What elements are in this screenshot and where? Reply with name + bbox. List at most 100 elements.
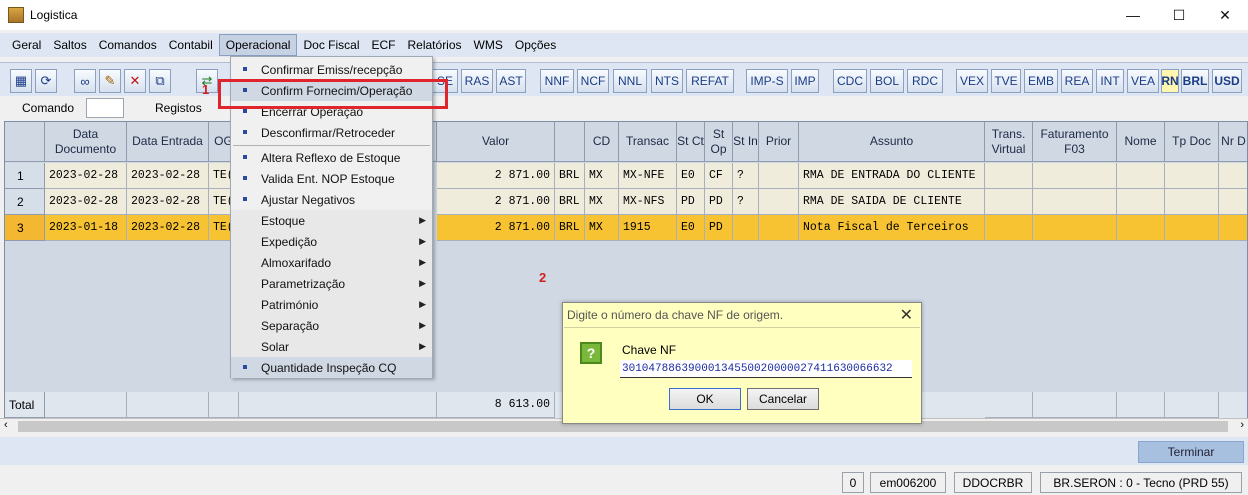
minimize-button[interactable]: —: [1110, 0, 1156, 30]
cell-nome[interactable]: [1117, 189, 1165, 215]
maximize-button[interactable]: ☐: [1156, 0, 1202, 30]
tb-brl[interactable]: BRL: [1181, 69, 1209, 93]
tb-vea[interactable]: VEA: [1127, 69, 1159, 93]
cell-nr-doc[interactable]: [1219, 215, 1247, 241]
menu-saltos[interactable]: Saltos: [47, 34, 92, 56]
tb-imp-s[interactable]: IMP-S: [746, 69, 788, 93]
cell-st-in[interactable]: [733, 215, 759, 241]
glasses-icon[interactable]: ∞: [74, 69, 96, 93]
cell-transac[interactable]: MX-NFE: [619, 163, 677, 189]
cell-moeda[interactable]: BRL: [555, 163, 585, 189]
cell-st-op[interactable]: CF: [705, 163, 733, 189]
menu-comandos[interactable]: Comandos: [93, 34, 163, 56]
menu-solar[interactable]: Solar ▶: [231, 336, 432, 357]
edit-icon[interactable]: ✎: [99, 69, 121, 93]
scroll-right-icon[interactable]: ›: [1240, 419, 1244, 431]
cell-moeda[interactable]: BRL: [555, 189, 585, 215]
col-st-ct[interactable]: St Ct: [677, 122, 705, 162]
col-data-entrada[interactable]: Data Entrada: [127, 122, 209, 162]
cell-cd[interactable]: MX: [585, 163, 619, 189]
col-transac[interactable]: Transac: [619, 122, 677, 162]
menu-opcoes[interactable]: Opções: [509, 34, 562, 56]
menu-ajustar-negativos[interactable]: Ajustar Negativos: [231, 189, 432, 210]
col-assunto[interactable]: Assunto: [799, 122, 985, 162]
cell-transac[interactable]: 1915: [619, 215, 677, 241]
cell-faturamento[interactable]: [1033, 215, 1117, 241]
tb-nnf[interactable]: NNF: [540, 69, 574, 93]
tb-nnl[interactable]: NNL: [613, 69, 647, 93]
terminar-button[interactable]: Terminar: [1138, 441, 1244, 463]
col-cd[interactable]: CD: [585, 122, 619, 162]
cell-moeda[interactable]: BRL: [555, 215, 585, 241]
chave-nf-input[interactable]: 3010478863900013455002000002741163006663…: [620, 360, 912, 378]
refresh-icon[interactable]: ⟳: [35, 69, 57, 93]
tb-refat[interactable]: REFAT: [686, 69, 734, 93]
scroll-left-icon[interactable]: ‹: [4, 419, 8, 431]
cell-transac[interactable]: MX-NFS: [619, 189, 677, 215]
cell-trans-virtual[interactable]: [985, 215, 1033, 241]
menu-wms[interactable]: WMS: [468, 34, 509, 56]
cell-st-ct[interactable]: E0: [677, 215, 705, 241]
cell-data-entrada[interactable]: 2023-02-28: [127, 163, 209, 189]
cell-valor[interactable]: 2 871.00: [437, 163, 555, 189]
menu-desconfirmar[interactable]: Desconfirmar/Retroceder: [231, 122, 432, 143]
delete-icon[interactable]: ✕: [124, 69, 146, 93]
cell-data-documento[interactable]: 2023-02-28: [45, 189, 127, 215]
menu-estoque[interactable]: Estoque ▶: [231, 210, 432, 231]
cell-st-ct[interactable]: E0: [677, 163, 705, 189]
cell-data-entrada[interactable]: 2023-02-28: [127, 215, 209, 241]
row-number[interactable]: 3: [5, 215, 45, 241]
cell-assunto[interactable]: RMA DE ENTRADA DO CLIENTE: [799, 163, 985, 189]
menu-ecf[interactable]: ECF: [366, 34, 402, 56]
cell-valor[interactable]: 2 871.00: [437, 189, 555, 215]
cell-data-documento[interactable]: 2023-02-28: [45, 163, 127, 189]
col-st-op[interactable]: St Op: [705, 122, 733, 162]
col-prior[interactable]: Prior: [759, 122, 799, 162]
copy-icon[interactable]: ⧉: [149, 69, 171, 93]
dialog-close-icon[interactable]: ✕: [900, 305, 913, 325]
col-trans-virtual[interactable]: Trans. Virtual: [985, 122, 1033, 162]
cell-faturamento[interactable]: [1033, 163, 1117, 189]
col-data-documento[interactable]: Data Documento: [45, 122, 127, 162]
cell-data-entrada[interactable]: 2023-02-28: [127, 189, 209, 215]
menu-operacional[interactable]: Operacional: [218, 34, 298, 56]
tb-nts[interactable]: NTS: [651, 69, 683, 93]
menu-relatorios[interactable]: Relatórios: [402, 34, 468, 56]
col-moeda[interactable]: [555, 122, 585, 162]
tb-int[interactable]: INT: [1096, 69, 1124, 93]
menu-confirmar-emiss[interactable]: Confirmar Emiss/recepção: [231, 59, 432, 80]
tb-tve[interactable]: TVE: [991, 69, 1021, 93]
cell-tp-doc[interactable]: [1165, 163, 1219, 189]
cell-prior[interactable]: [759, 189, 799, 215]
cell-st-in[interactable]: ?: [733, 163, 759, 189]
cell-st-ct[interactable]: PD: [677, 189, 705, 215]
tb-bol[interactable]: BOL: [870, 69, 904, 93]
cell-cd[interactable]: MX: [585, 215, 619, 241]
cell-nr-doc[interactable]: [1219, 163, 1247, 189]
cell-prior[interactable]: [759, 215, 799, 241]
close-button[interactable]: ✕: [1202, 0, 1248, 30]
cell-tp-doc[interactable]: [1165, 215, 1219, 241]
cell-st-op[interactable]: PD: [705, 215, 733, 241]
tb-imp[interactable]: IMP: [791, 69, 819, 93]
cell-nr-doc[interactable]: [1219, 189, 1247, 215]
cell-valor[interactable]: 2 871.00: [437, 215, 555, 241]
col-tp-doc[interactable]: Tp Doc: [1165, 122, 1219, 162]
menu-valida-ent[interactable]: Valida Ent. NOP Estoque: [231, 168, 432, 189]
col-nr-doc[interactable]: Nr D: [1219, 122, 1247, 162]
menu-almoxarifado[interactable]: Almoxarifado ▶: [231, 252, 432, 273]
tb-cdc[interactable]: CDC: [833, 69, 867, 93]
cell-trans-virtual[interactable]: [985, 189, 1033, 215]
cell-assunto[interactable]: RMA DE SAIDA DE CLIENTE: [799, 189, 985, 215]
menu-quantidade-inspecao[interactable]: Quantidade Inspeção CQ: [231, 357, 432, 378]
col-valor[interactable]: Valor: [437, 122, 555, 162]
cell-trans-virtual[interactable]: [985, 163, 1033, 189]
tb-usd[interactable]: USD: [1212, 69, 1242, 93]
cell-st-in[interactable]: ?: [733, 189, 759, 215]
tb-rn[interactable]: RN: [1161, 69, 1179, 93]
tb-ast[interactable]: AST: [496, 69, 526, 93]
col-nome[interactable]: Nome: [1117, 122, 1165, 162]
menu-doc-fiscal[interactable]: Doc Fiscal: [297, 34, 365, 56]
cell-prior[interactable]: [759, 163, 799, 189]
col-faturamento-f03[interactable]: Faturamento F03: [1033, 122, 1117, 162]
